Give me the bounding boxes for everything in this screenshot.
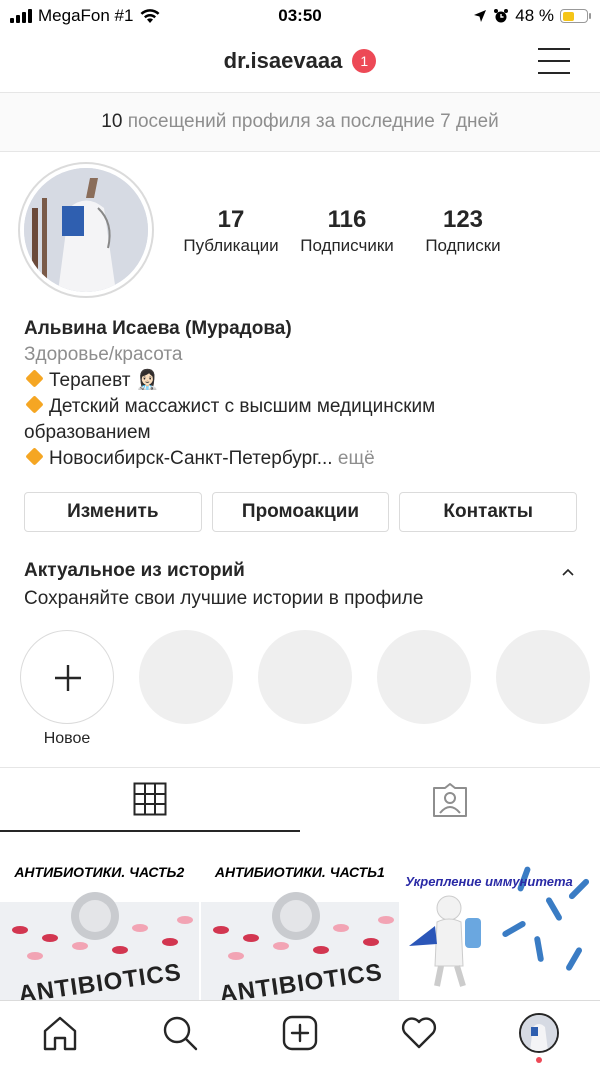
search-icon[interactable] [160,1013,200,1053]
battery-percent: 48 % [515,6,554,25]
highlight-placeholder [139,630,233,724]
status-right: 48 % [473,6,591,26]
posts-grid: АНТИБИОТИКИ. ЧАСТЬ2 ANTIBIOTICS АНТИБИОТ… [0,846,600,1000]
highlight-placeholder [258,630,352,724]
alarm-icon [494,9,509,23]
highlights-subtitle: Сохраняйте свои лучшие истории в профиле [24,588,424,609]
following-label: Подписки [425,236,501,255]
new-post-icon[interactable] [280,1013,320,1053]
new-highlight-button[interactable] [20,630,114,724]
username-title: dr.isaevaaa [223,48,343,73]
menu-button[interactable] [538,48,570,74]
more-link[interactable]: ещё [338,448,375,469]
profile-avatar[interactable] [519,1013,559,1053]
following-count: 123 [442,206,484,233]
post-image [401,846,600,1000]
post-thumbnail[interactable]: АНТИБИОТИКИ. ЧАСТЬ2 ANTIBIOTICS [0,846,199,1000]
highlights-title: Актуальное из историй [24,560,245,581]
contacts-button[interactable]: Контакты [399,492,578,532]
posts-count: 17 [217,206,245,233]
post-thumbnail[interactable]: Укрепление иммунитета [401,846,600,1000]
followers-count: 116 [327,206,367,233]
stat-posts[interactable]: 17 Публикации [178,206,284,256]
stat-following[interactable]: 123 Подписки [410,206,516,256]
tab-grid[interactable] [0,768,300,832]
promotions-button[interactable]: Промоакции [211,492,390,532]
new-highlight-label: Новое [43,730,91,747]
post-thumbnail[interactable]: АНТИБИОТИКИ. ЧАСТЬ1 ANTIBIOTICS [200,846,400,1000]
post-title: Укрепление иммунитета [405,874,573,889]
grid-icon [133,782,167,816]
followers-label: Подписчики [300,236,394,255]
notification-badge: 1 [352,49,377,73]
status-bar: MegaFon #1 03:50 48 % [0,0,600,34]
bio-line-1: Терапевт 👩🏻‍⚕️ [24,368,584,394]
profile-visits-banner[interactable]: 10 посещений профиля за последние 7 дней [0,92,600,152]
plus-icon [55,665,81,691]
activity-dot [536,1057,542,1063]
tagged-person-icon [433,783,467,817]
bio-line-2: Детский массажист с высшим медицинским [24,394,584,420]
posts-label: Публикации [183,236,279,255]
chevron-up-icon[interactable] [560,564,576,580]
stat-followers[interactable]: 116 Подписчики [294,206,400,256]
category-label: Здоровье/красота [24,344,183,365]
post-title: АНТИБИОТИКИ. ЧАСТЬ2 [14,864,185,880]
profile-bio: Альвина Исаева (Мурадова) Здоровье/красо… [24,316,584,472]
heart-icon[interactable] [399,1013,439,1053]
avatar-image [24,168,148,292]
full-name: Альвина Исаева (Мурадова) [24,318,292,339]
orange-diamond-icon [25,395,44,414]
location-arrow-icon [474,10,487,22]
edit-profile-button[interactable]: Изменить [24,492,202,532]
orange-diamond-icon [25,447,44,466]
profile-header: dr.isaevaaa 1 [0,34,600,92]
orange-diamond-icon [25,369,44,388]
battery-icon [560,9,591,23]
profile-tabs [0,767,600,832]
account-switcher[interactable]: dr.isaevaaa 1 [224,48,377,74]
highlight-placeholder [377,630,471,724]
bio-line-2b: образованием [24,422,151,443]
tab-tagged[interactable] [300,768,600,832]
profile-avatar-image [521,1015,557,1051]
visits-count: 10 [101,111,123,132]
highlight-placeholder [496,630,590,724]
home-icon[interactable] [40,1013,80,1053]
avatar[interactable] [24,168,148,292]
visits-text: посещений профиля за последние 7 дней [127,111,499,132]
profile-actions: Изменить Промоакции Контакты [24,492,578,532]
bio-line-3: Новосибирск-Санкт-Петербург... ещё [24,446,584,472]
bottom-navigation [0,1000,600,1066]
post-title: АНТИБИОТИКИ. ЧАСТЬ1 [214,864,385,880]
